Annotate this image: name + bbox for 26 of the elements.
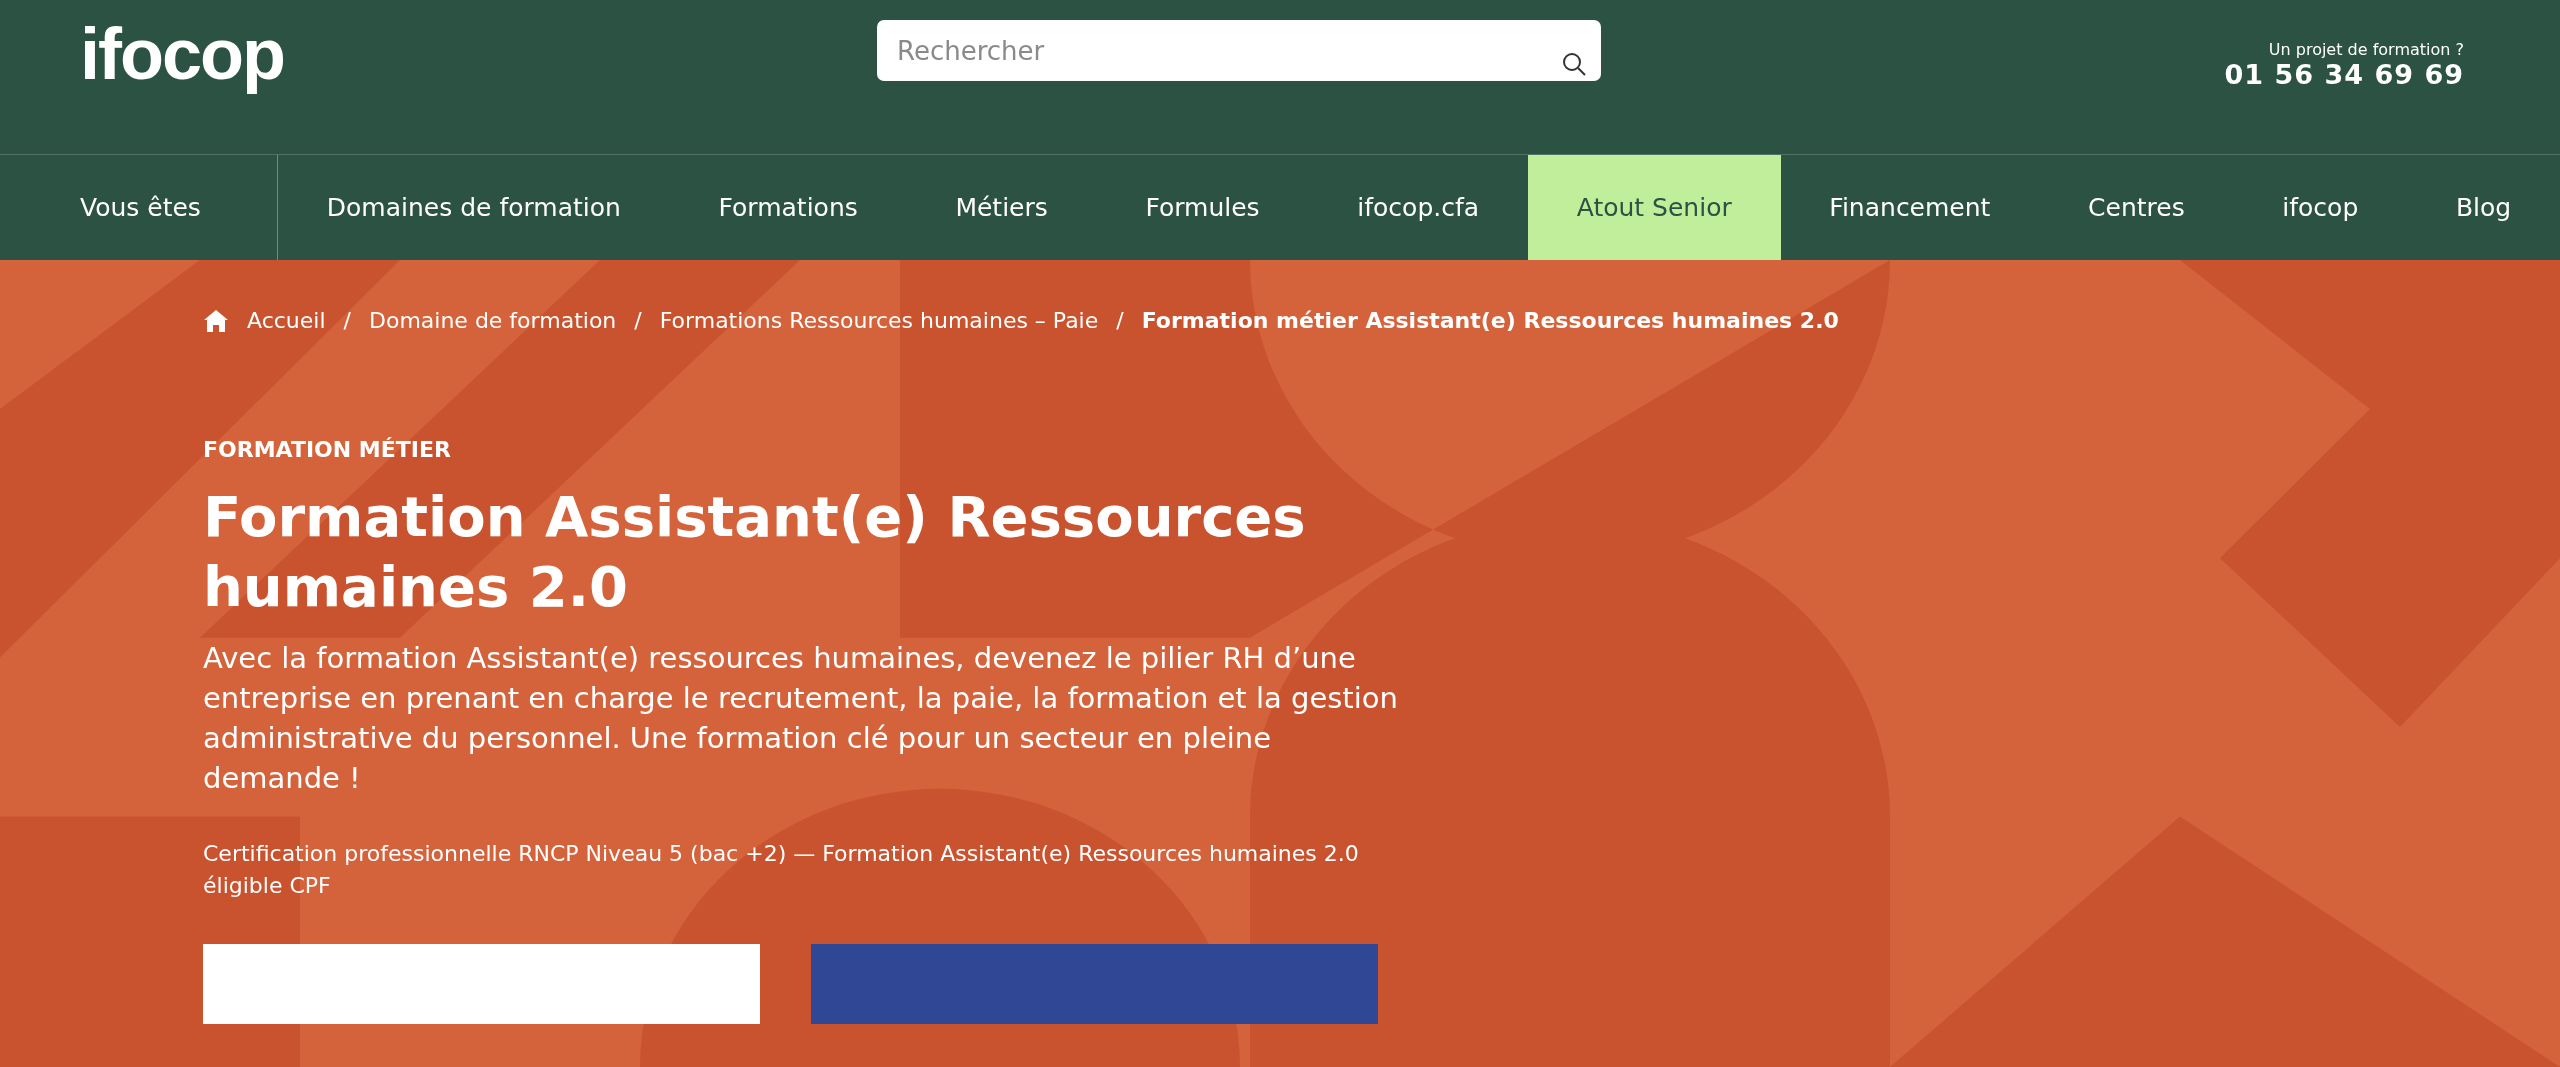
contact-label: Un projet de formation ?	[2268, 40, 2464, 59]
search-field[interactable]: Rechercher	[877, 20, 1601, 81]
nav-item[interactable]: Financement	[1780, 155, 2040, 260]
nav-item[interactable]: Formules	[1096, 155, 1309, 260]
search-icon[interactable]	[1561, 51, 1587, 77]
certification-text: Certification professionnelle RNCP Niveau 5 (bac +2) — Formation Assistant(e) Ressources humaines 2.0 éligible CPF	[203, 840, 1360, 900]
nav-item[interactable]: Formations	[669, 155, 907, 260]
breadcrumb-link[interactable]: Accueil	[247, 308, 326, 333]
nav-item[interactable]: ifocop.cfa	[1308, 155, 1528, 260]
page-title: Formation Assistant(e) Ressources humaines 2.0	[203, 483, 1307, 621]
breadcrumb-separator: /	[343, 308, 351, 333]
nav-item[interactable]: Atout Senior	[1527, 155, 1781, 260]
breadcrumb-link[interactable]: Formations Ressources humaines – Paie	[659, 308, 1099, 333]
phone-number[interactable]: 01 56 34 69 69	[2224, 59, 2464, 90]
nav-item[interactable]: ifocop	[2233, 155, 2408, 260]
category-label: FORMATION MÉTIER	[203, 437, 452, 462]
breadcrumb-separator: /	[1116, 308, 1124, 333]
home-icon[interactable]	[203, 308, 229, 333]
nav-item[interactable]: Domaines de formation	[278, 155, 670, 260]
nav-item[interactable]: Blog	[2407, 155, 2560, 260]
breadcrumb-separator: /	[634, 308, 642, 333]
nav-item[interactable]: Centres	[2039, 155, 2234, 260]
breadcrumb-link[interactable]: Formation métier Assistant(e) Ressources humaines 2.0	[1141, 308, 1839, 333]
breadcrumb-link[interactable]: Domaine de formation	[369, 308, 617, 333]
nav-item[interactable]: Métiers	[906, 155, 1097, 260]
intro-paragraph: Avec la formation Assistant(e) ressources humaines, devenez le pilier RH d’une entreprise en prenant en charge le recrutement, la paie, la formation et la gestion administrative du personnel. Une formation clé pour un secteur en pleine demande !	[203, 640, 1399, 797]
